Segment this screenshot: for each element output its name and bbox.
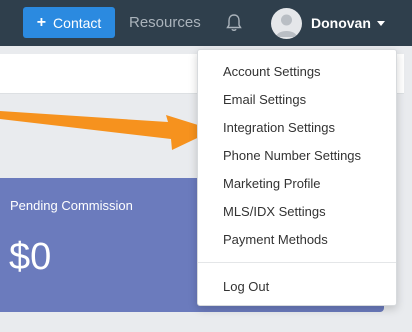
menu-item-payment-methods[interactable]: Payment Methods [223, 232, 328, 247]
card-amount: $0 [9, 236, 52, 278]
chevron-down-icon [376, 20, 385, 26]
top-navbar: + Contact Resources Donovan [0, 0, 412, 46]
add-contact-button[interactable]: + Contact [23, 7, 115, 38]
menu-item-email-settings[interactable]: Email Settings [223, 92, 306, 107]
menu-item-phone-number-settings[interactable]: Phone Number Settings [223, 148, 361, 163]
menu-divider [198, 262, 396, 263]
menu-item-account-settings[interactable]: Account Settings [223, 64, 321, 79]
username: Donovan [311, 15, 371, 31]
resources-link[interactable]: Resources [129, 14, 201, 31]
menu-item-marketing-profile[interactable]: Marketing Profile [223, 176, 321, 191]
menu-item-integration-settings[interactable]: Integration Settings [223, 120, 335, 135]
annotation-arrow [0, 111, 214, 150]
avatar-icon [271, 7, 302, 39]
user-dropdown-menu: Account Settings Email Settings Integrat… [197, 49, 397, 306]
add-contact-label: Contact [53, 14, 102, 31]
plus-icon: + [36, 13, 47, 31]
user-menu-toggle[interactable]: Donovan [271, 7, 385, 39]
menu-item-mls-idx-settings[interactable]: MLS/IDX Settings [223, 204, 326, 219]
card-title: Pending Commission [10, 198, 133, 213]
menu-item-log-out[interactable]: Log Out [223, 279, 269, 294]
bell-icon[interactable] [225, 13, 243, 33]
